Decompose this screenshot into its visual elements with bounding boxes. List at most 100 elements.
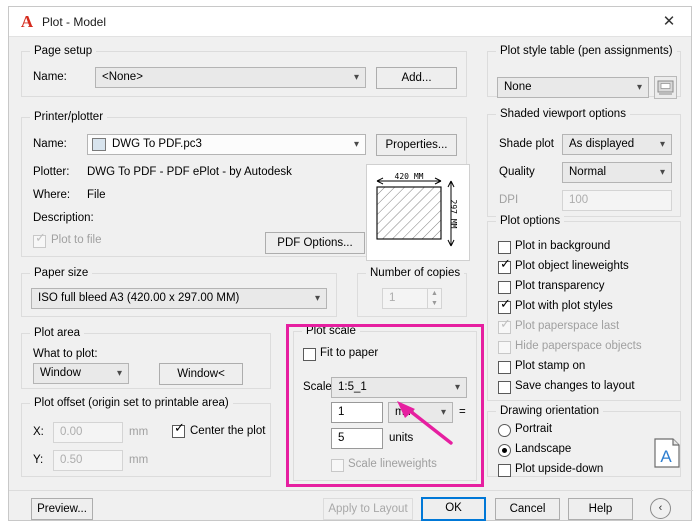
plot-in-background-label: Plot in background [515, 240, 611, 252]
scale-denominator-input[interactable]: 5 [331, 428, 383, 449]
portrait-radio[interactable] [498, 424, 511, 437]
plotter-icon [92, 138, 106, 151]
plot-to-file-label: Plot to file [51, 234, 102, 246]
plot-paperspace-last-checkbox: ✓ [498, 317, 511, 334]
plot-stamp-on-checkbox[interactable] [498, 361, 511, 374]
add-page-setup-button[interactable]: Add... [376, 67, 457, 89]
scale-unit-combo[interactable]: mm ▾ [388, 402, 453, 423]
page-setup-group-label: Page setup [30, 45, 97, 57]
chevron-down-icon: ▾ [659, 167, 665, 178]
page-setup-name-value: <None> [102, 71, 143, 83]
portrait-label: Portrait [515, 423, 553, 435]
what-to-plot-value: Window [40, 367, 81, 379]
paper-preview: 420 MM 297 MM [366, 164, 470, 261]
center-the-plot-label: Center the plot [190, 425, 266, 437]
check-icon: ✓ [500, 317, 511, 332]
title-bar: A Plot - Model ✕ [9, 7, 691, 37]
scale-combo[interactable]: 1:5_1 ▾ [331, 377, 467, 398]
ok-button[interactable]: OK [421, 497, 486, 521]
dpi-input[interactable]: 100 [562, 190, 672, 211]
pdf-options-button[interactable]: PDF Options... [265, 232, 365, 254]
printer-name-label: Name: [33, 138, 67, 150]
scale-unit-value: mm [395, 406, 415, 418]
scale-lineweights-checkbox [331, 459, 344, 472]
svg-text:420 MM: 420 MM [395, 172, 424, 181]
chevron-down-icon: ▾ [440, 407, 446, 418]
check-icon: ✓ [35, 231, 46, 246]
landscape-label: Landscape [515, 443, 572, 455]
scale-equals-symbol: = [459, 406, 466, 418]
offset-x-unit: mm [129, 426, 149, 438]
help-button[interactable]: Help [568, 498, 633, 520]
fit-to-paper-label: Fit to paper [320, 347, 379, 359]
plot-in-background-checkbox[interactable] [498, 241, 511, 254]
copies-spinner[interactable]: ▲ ▼ [428, 288, 442, 309]
plot-dialog: A Plot - Model ✕ Page setup Name: <None>… [8, 6, 693, 521]
radio-dot-icon [502, 448, 507, 453]
plot-style-edit-button[interactable] [654, 76, 677, 99]
chevron-left-circle-icon[interactable]: ‹ [650, 498, 671, 519]
paper-size-group-label: Paper size [30, 267, 93, 279]
printer-name-combo[interactable]: DWG To PDF.pc3 ▾ [87, 134, 366, 155]
svg-text:A: A [660, 447, 672, 466]
plot-object-lineweights-checkbox[interactable]: ✓ [498, 257, 511, 274]
plot-transparency-label: Plot transparency [515, 280, 605, 292]
paper-size-value: ISO full bleed A3 (420.00 x 297.00 MM) [38, 292, 240, 304]
autocad-a-logo-icon: A [20, 12, 34, 31]
check-icon: ✓ [500, 257, 511, 272]
svg-text:297 MM: 297 MM [449, 200, 458, 229]
page-title: Plot - Model [42, 15, 107, 29]
spinner-down-icon[interactable]: ▼ [428, 299, 441, 308]
chevron-down-icon: ▾ [636, 82, 642, 93]
spinner-up-icon[interactable]: ▲ [428, 289, 441, 298]
shaded-viewport-group-label: Shaded viewport options [496, 108, 630, 120]
cancel-button[interactable]: Cancel [495, 498, 560, 520]
close-icon[interactable]: ✕ [647, 7, 691, 36]
plot-style-table-combo[interactable]: None ▾ [497, 77, 649, 98]
copies-input[interactable]: 1 [382, 288, 428, 309]
plot-with-plot-styles-checkbox[interactable]: ✓ [498, 298, 511, 314]
what-to-plot-label: What to plot: [33, 348, 98, 360]
apply-to-layout-button: Apply to Layout [323, 498, 413, 520]
offset-y-label: Y: [33, 454, 44, 466]
printer-properties-button[interactable]: Properties... [376, 134, 457, 156]
plot-upside-down-checkbox[interactable] [498, 464, 511, 477]
landscape-radio[interactable] [498, 444, 511, 457]
quality-combo[interactable]: Normal ▾ [562, 162, 672, 183]
plot-to-file-checkbox: ✓ [33, 231, 46, 248]
copies-group-label: Number of copies [366, 267, 465, 279]
scale-numerator-input[interactable]: 1 [331, 402, 383, 423]
page-setup-name-combo[interactable]: <None> ▾ [95, 67, 366, 88]
offset-y-unit: mm [129, 454, 149, 466]
plot-transparency-checkbox[interactable] [498, 281, 511, 294]
save-changes-to-layout-checkbox[interactable] [498, 381, 511, 394]
chevron-down-icon: ▾ [659, 139, 665, 150]
quality-value: Normal [569, 166, 607, 178]
shade-plot-combo[interactable]: As displayed ▾ [562, 134, 672, 155]
fit-to-paper-checkbox[interactable] [303, 348, 316, 361]
page-setup-name-label: Name: [33, 71, 67, 83]
shade-plot-label: Shade plot [499, 138, 554, 150]
plot-style-table-value: None [504, 81, 532, 93]
plot-style-edit-icon [657, 80, 674, 95]
window-pick-button[interactable]: Window< [159, 363, 243, 385]
plot-scale-group-label: Plot scale [302, 325, 360, 337]
quality-label: Quality [499, 166, 535, 178]
offset-x-input[interactable]: 0.00 [53, 422, 123, 443]
center-the-plot-checkbox[interactable]: ✓ [172, 422, 185, 438]
printer-name-value: DWG To PDF.pc3 [112, 138, 202, 150]
plot-style-table-group-label: Plot style table (pen assignments) [496, 45, 677, 57]
offset-x-label: X: [33, 426, 44, 438]
hide-paperspace-objects-label: Hide paperspace objects [515, 340, 642, 352]
scale-units-label: units [389, 432, 414, 444]
plotter-label: Plotter: [33, 166, 70, 178]
plot-options-group-label: Plot options [496, 215, 565, 227]
offset-y-input[interactable]: 0.50 [53, 450, 123, 471]
hide-paperspace-objects-checkbox [498, 341, 511, 354]
landscape-page-a-icon: A [654, 438, 681, 468]
preview-button[interactable]: Preview... [31, 498, 93, 520]
paper-size-combo[interactable]: ISO full bleed A3 (420.00 x 297.00 MM) ▾ [31, 288, 327, 309]
what-to-plot-combo[interactable]: Window ▾ [33, 363, 129, 384]
printer-plotter-group-label: Printer/plotter [30, 111, 108, 123]
where-label: Where: [33, 189, 71, 201]
